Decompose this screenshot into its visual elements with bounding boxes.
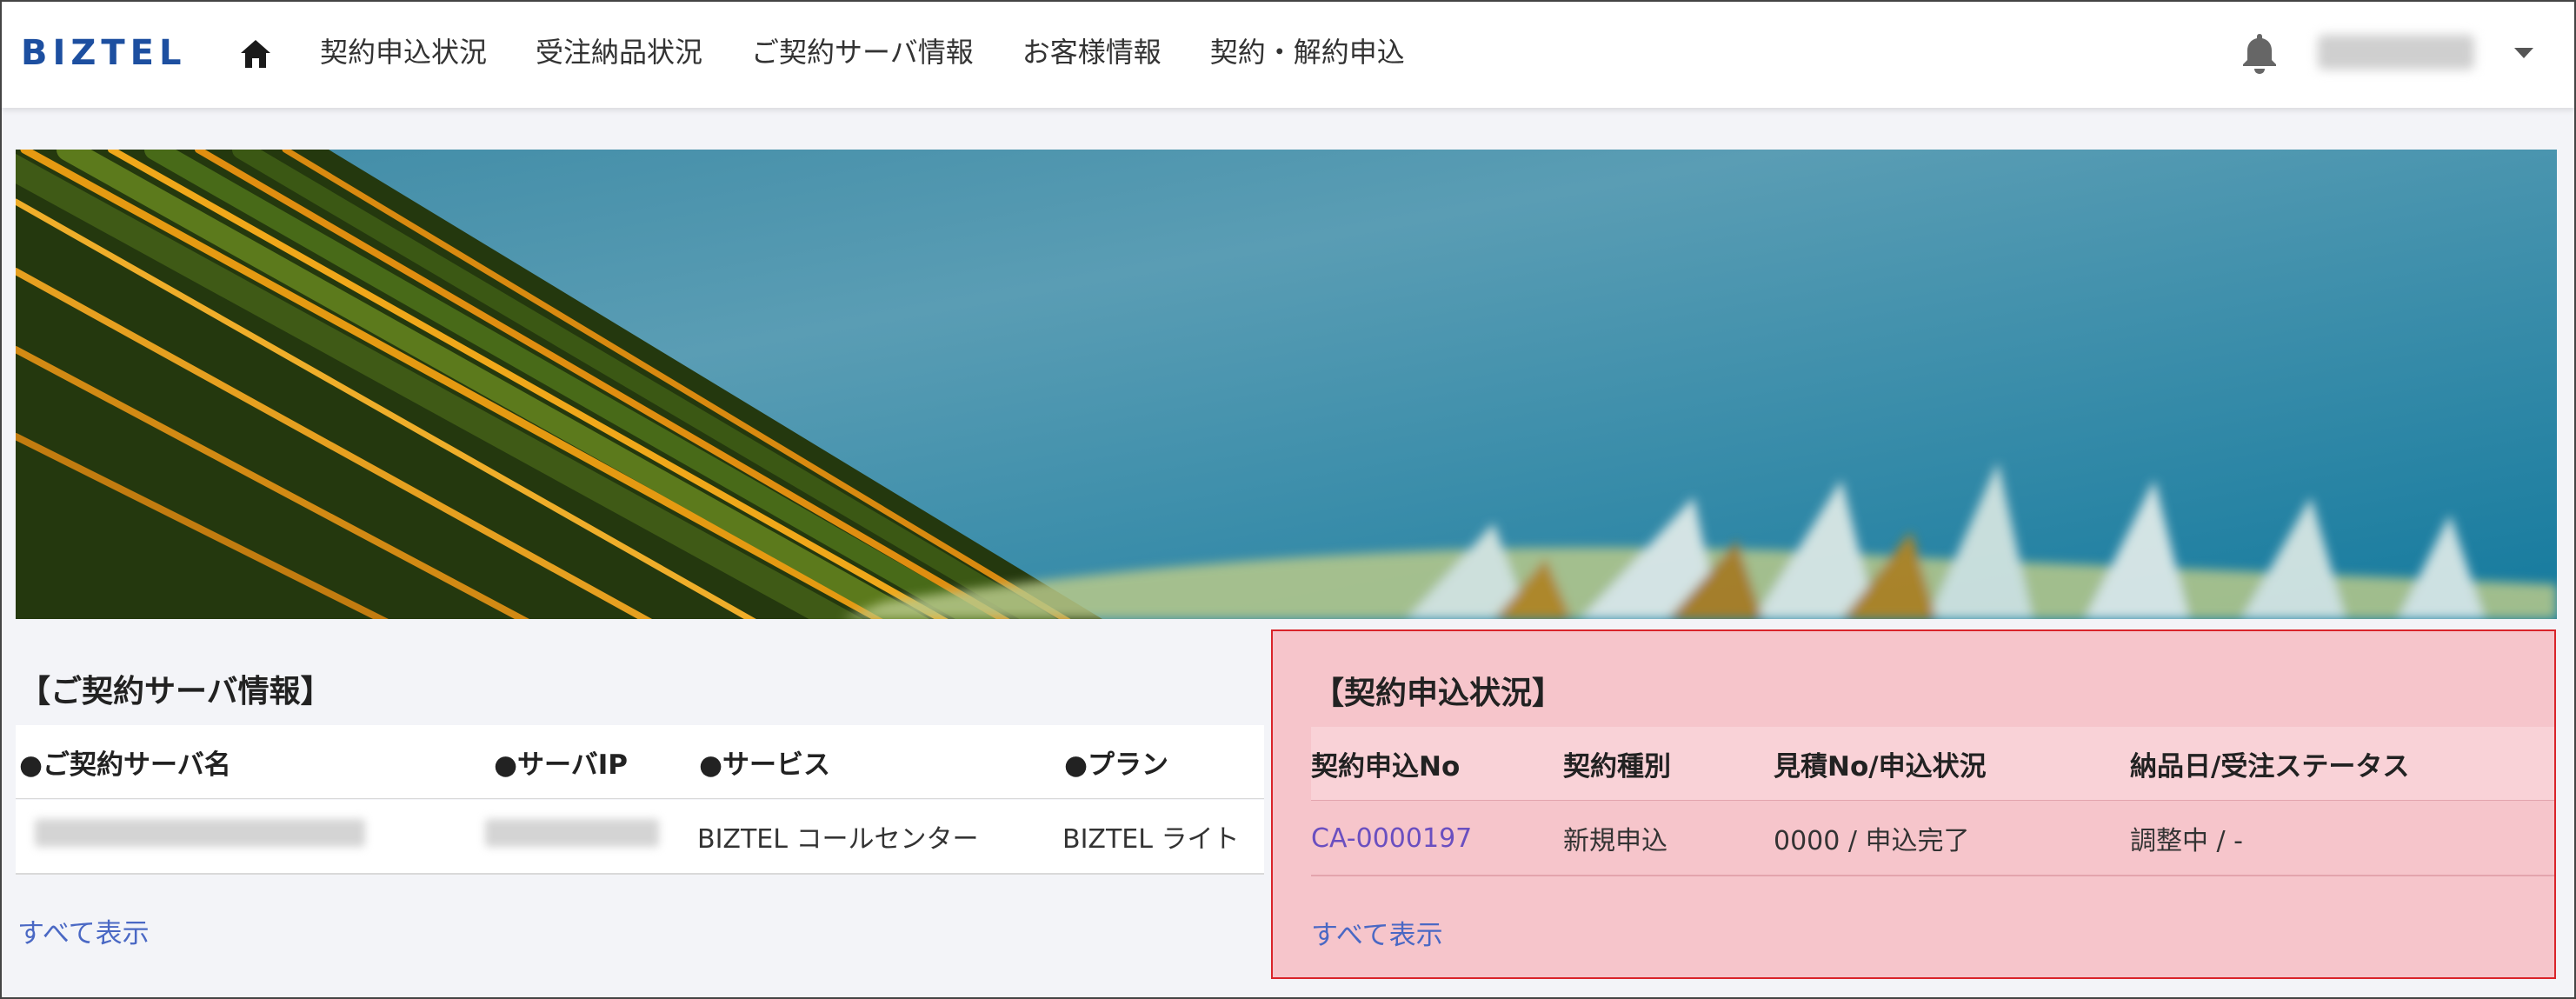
- contract-status-panel: 【契約申込状況】 契約申込No 契約種別 見積No/申込状況 納品日/受注ステー…: [1271, 629, 2556, 979]
- service-value: BIZTEL コールセンター: [697, 824, 979, 855]
- top-header: BIZTEL 契約申込状況 受注納品状況 ご契約サーバ情報 お客様情報 契約・解…: [2, 2, 2574, 108]
- server-info-panel: 【ご契約サーバ情報】 ●ご契約サーバ名 ●サーバIP ●サービス ●プラン BI…: [16, 635, 1264, 982]
- delivery-status-value: 調整中 / -: [2130, 826, 2244, 856]
- col-server-ip: ●サーバIP: [494, 749, 628, 781]
- contract-type-value: 新規申込: [1563, 826, 1667, 856]
- col-delivery-status: 納品日/受注ステータス: [2130, 750, 2410, 783]
- nav-customer-info[interactable]: お客様情報: [1022, 28, 1162, 77]
- table-row: CA-0000197 新規申込 0000 / 申込完了 調整中 / -: [1311, 802, 2554, 876]
- contract-status-title: 【契約申込状況】: [1313, 676, 1564, 711]
- home-icon[interactable]: [238, 37, 273, 71]
- user-name-redacted[interactable]: [2318, 35, 2474, 70]
- nav-contract-cancel-application[interactable]: 契約・解約申込: [1210, 28, 1405, 77]
- nav-contract-application-status[interactable]: 契約申込状況: [320, 28, 487, 77]
- server-name-redacted: [35, 819, 365, 854]
- server-info-title: 【ご契約サーバ情報】: [19, 674, 332, 709]
- plan-value: BIZTEL ライト: [1062, 824, 1240, 855]
- col-contract-no: 契約申込No: [1311, 750, 1461, 783]
- server-ip-redacted: [485, 819, 659, 854]
- col-contract-type: 契約種別: [1563, 750, 1671, 783]
- table-row: BIZTEL コールセンター BIZTEL ライト: [16, 800, 1264, 875]
- col-service: ●サービス: [699, 749, 831, 781]
- bell-icon[interactable]: [2240, 31, 2280, 75]
- nav-contract-server-info[interactable]: ご契約サーバ情報: [751, 28, 974, 77]
- hero-banner-image: [16, 150, 2557, 619]
- contract-status-table-header: 契約申込No 契約種別 見積No/申込状況 納品日/受注ステータス: [1311, 727, 2554, 801]
- server-info-table-header: ●ご契約サーバ名 ●サーバIP ●サービス ●プラン: [16, 725, 1264, 799]
- server-info-show-all-link[interactable]: すべて表示: [17, 911, 150, 950]
- nav-order-delivery-status[interactable]: 受注納品状況: [536, 28, 702, 77]
- col-estimate-status: 見積No/申込状況: [1774, 750, 1987, 783]
- chevron-down-icon[interactable]: [2513, 45, 2535, 61]
- biztel-logo[interactable]: BIZTEL: [21, 31, 186, 75]
- col-plan: ●プラン: [1064, 749, 1169, 781]
- estimate-status-value: 0000 / 申込完了: [1774, 826, 1970, 856]
- main-nav: 契約申込状況 受注納品状況 ご契約サーバ情報 お客様情報 契約・解約申込: [320, 28, 1454, 77]
- col-server-name: ●ご契約サーバ名: [19, 749, 231, 781]
- contract-no-link[interactable]: CA-0000197: [1311, 823, 1472, 854]
- contract-status-show-all-link[interactable]: すべて表示: [1311, 913, 1443, 952]
